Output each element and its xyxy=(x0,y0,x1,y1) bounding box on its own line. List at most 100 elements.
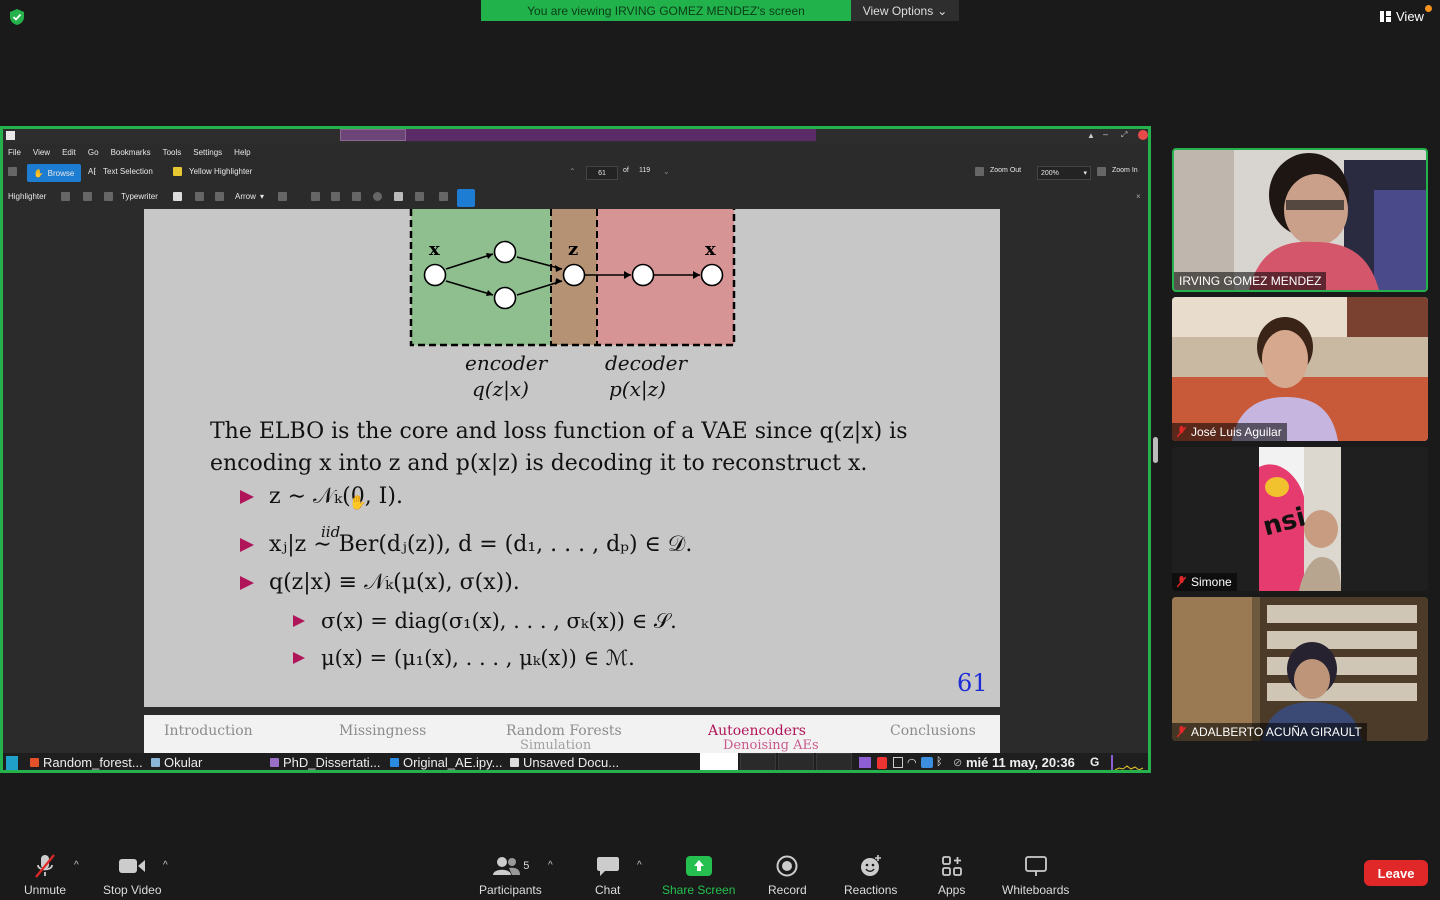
shared-screen[interactable]: ▲ – ⤢ File View Edit Go Bookmarks Tools … xyxy=(0,126,1151,773)
fill-icon[interactable] xyxy=(352,192,361,201)
chat-button[interactable]: Chat xyxy=(595,854,620,897)
participant-tile-adalberto[interactable]: ADALBERTO ACUÑA GIRAULT xyxy=(1172,597,1428,741)
nav-random-forests[interactable]: Random Forests xyxy=(506,723,622,739)
keep-above-icon[interactable]: ▲ xyxy=(1087,131,1095,140)
sidebar-toggle-icon[interactable] xyxy=(8,167,17,176)
nav-missingness[interactable]: Missingness xyxy=(339,723,426,739)
tray-security-icon[interactable] xyxy=(877,757,887,769)
taskbar-clock[interactable]: mié 11 may, 20:36 xyxy=(966,755,1075,770)
nav-sub-denoising[interactable]: Denoising AEs xyxy=(723,738,819,753)
close-toolbar-icon[interactable]: × xyxy=(1136,192,1141,201)
bluetooth-icon[interactable]: ᛒ xyxy=(936,756,943,768)
stop-video-label: Stop Video xyxy=(103,883,162,897)
freehand-icon[interactable] xyxy=(215,192,224,201)
workspace-2[interactable] xyxy=(740,753,776,770)
task-original-ae[interactable]: Original_AE.ipy... xyxy=(390,755,502,770)
apps-button[interactable]: Apps xyxy=(938,854,965,897)
stop-video-button[interactable]: Stop Video xyxy=(103,854,162,897)
task-okular[interactable]: Okular xyxy=(151,755,202,770)
participants-button[interactable]: 5 Participants xyxy=(479,854,542,897)
start-menu-icon[interactable] xyxy=(6,756,18,770)
browse-button[interactable]: ✋ Browse xyxy=(27,164,81,182)
tray-clipboard-icon[interactable] xyxy=(893,757,903,768)
task-phd-dissertation[interactable]: PhD_Dissertati... xyxy=(270,755,381,770)
opacity-icon[interactable] xyxy=(373,192,382,201)
tray-app-icon[interactable] xyxy=(859,757,871,768)
text-selection-button[interactable]: Text Selection xyxy=(103,167,153,176)
security-shield-icon[interactable] xyxy=(8,8,26,26)
menu-view[interactable]: View xyxy=(33,148,50,157)
zoom-out-button[interactable]: Zoom Out xyxy=(990,167,1021,174)
browse-label: Browse xyxy=(47,168,75,178)
view-button[interactable]: View xyxy=(1380,9,1424,24)
video-options-caret-icon[interactable]: ^ xyxy=(163,860,168,871)
arrow-tool[interactable]: Arrow xyxy=(235,192,256,201)
note-icon[interactable] xyxy=(173,192,182,201)
list-icon[interactable] xyxy=(415,192,424,201)
workspace-1[interactable] xyxy=(700,753,738,770)
zoom-in-icon[interactable] xyxy=(1097,167,1106,176)
star-icon[interactable] xyxy=(439,192,448,201)
pen-icon[interactable] xyxy=(311,192,320,201)
menu-go[interactable]: Go xyxy=(88,148,99,157)
page-up-icon[interactable]: ⌃ xyxy=(569,167,576,176)
participants-caret-icon[interactable]: ^ xyxy=(548,860,553,871)
highlighter-tool[interactable]: Highlighter xyxy=(8,192,46,201)
record-button[interactable]: Record xyxy=(768,854,807,897)
menu-settings[interactable]: Settings xyxy=(193,148,222,157)
menu-bookmarks[interactable]: Bookmarks xyxy=(111,148,151,157)
split-drag-handle[interactable] xyxy=(1153,437,1158,463)
nav-conclusions[interactable]: Conclusions xyxy=(890,723,976,739)
text-selection-icon[interactable]: A⁅ xyxy=(88,167,96,176)
page-number-input[interactable]: 61 xyxy=(586,166,618,180)
font-icon[interactable] xyxy=(394,192,403,201)
document-view[interactable]: x z x encoder q(z|x) decoder p(x|z) The … xyxy=(3,209,1148,753)
whiteboards-button[interactable]: Whiteboards xyxy=(1002,854,1069,897)
wifi-icon[interactable]: ◠ xyxy=(907,756,917,769)
typewriter-tool[interactable]: Typewriter xyxy=(121,192,158,201)
task-unsaved-document[interactable]: Unsaved Docu... xyxy=(510,755,619,770)
strikeout-icon[interactable] xyxy=(104,192,113,201)
text-color-icon[interactable] xyxy=(331,192,340,201)
zoom-select[interactable]: 200% ▾ xyxy=(1037,166,1091,180)
audio-options-caret-icon[interactable]: ^ xyxy=(74,860,79,871)
chat-caret-icon[interactable]: ^ xyxy=(637,860,642,871)
reactions-button[interactable]: Reactions xyxy=(844,854,897,897)
leave-button[interactable]: Leave xyxy=(1364,860,1428,886)
yellow-highlighter-button[interactable]: Yellow Highlighter xyxy=(189,167,252,176)
menu-help[interactable]: Help xyxy=(234,148,250,157)
squiggle-icon[interactable] xyxy=(83,192,92,201)
workspace-4[interactable] xyxy=(816,753,852,770)
share-screen-button[interactable]: Share Screen xyxy=(662,854,735,897)
zoom-in-button[interactable]: Zoom In xyxy=(1112,167,1138,174)
nav-introduction[interactable]: Introduction xyxy=(164,723,253,739)
chat-label: Chat xyxy=(595,883,621,897)
chevron-down-icon[interactable]: ▾ xyxy=(260,192,264,201)
zoom-tray-icon[interactable] xyxy=(921,757,933,768)
participant-tile-irving[interactable]: IRVING GOMEZ MENDEZ xyxy=(1172,148,1428,292)
page-down-icon[interactable]: ⌄ xyxy=(663,167,670,176)
menu-tools[interactable]: Tools xyxy=(163,148,182,157)
nav-sub-simulation[interactable]: Simulation xyxy=(520,738,591,753)
okular-icon xyxy=(151,758,160,767)
view-options-button[interactable]: View Options ⌄ xyxy=(851,0,959,21)
highlighter-icon[interactable] xyxy=(173,167,182,176)
nav-autoencoders[interactable]: Autoencoders xyxy=(708,723,806,739)
task-random-forest[interactable]: Random_forest... xyxy=(30,755,143,770)
inline-note-icon[interactable] xyxy=(195,192,204,201)
close-window-icon[interactable] xyxy=(1138,130,1148,140)
menu-edit[interactable]: Edit xyxy=(62,148,76,157)
google-icon[interactable]: G xyxy=(1090,755,1099,769)
participant-tile-jose-luis[interactable]: José Luis Aguilar xyxy=(1172,297,1428,441)
menu-file[interactable]: File xyxy=(8,148,21,157)
stamp-icon[interactable] xyxy=(278,192,287,201)
workspace-3[interactable] xyxy=(778,753,814,770)
participant-tile-simone[interactable]: nsi Simone xyxy=(1172,447,1428,591)
pin-button[interactable] xyxy=(457,189,475,207)
zoom-out-icon[interactable] xyxy=(975,167,984,176)
minimize-icon[interactable]: – xyxy=(1103,129,1108,139)
unmute-button[interactable]: Unmute xyxy=(24,854,66,897)
underline-icon[interactable] xyxy=(61,192,70,201)
do-not-disturb-icon[interactable]: ⊘ xyxy=(953,756,962,769)
maximize-icon[interactable]: ⤢ xyxy=(1121,130,1127,140)
